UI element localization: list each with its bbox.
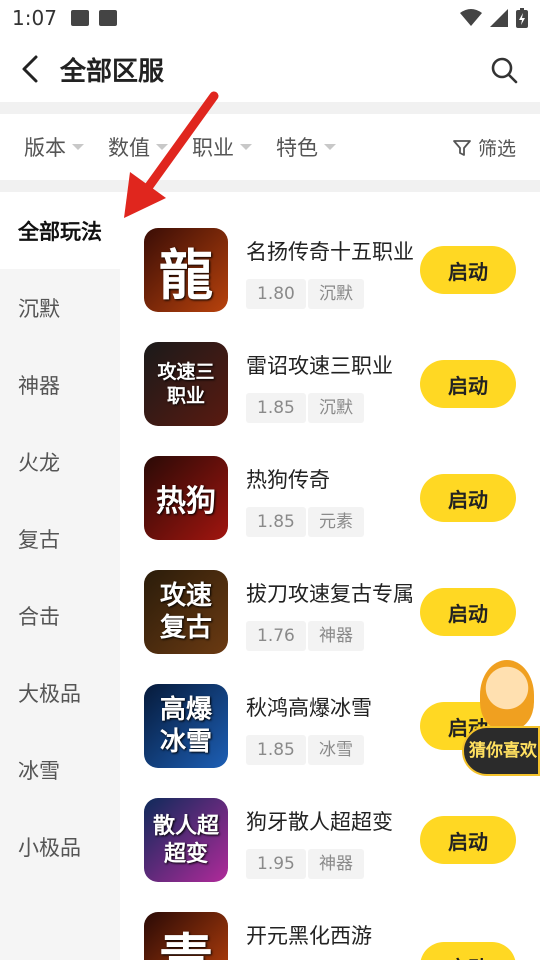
status-time: 1:07 (12, 6, 57, 30)
wifi-icon (460, 9, 482, 26)
sidebar-item-label: 大极品 (18, 681, 81, 706)
sidebar-item-label: 小极品 (18, 835, 81, 860)
filter-label: 特色 (276, 136, 318, 160)
category-sidebar: 全部玩法 沉默 神器 火龙 复古 合击 大极品 冰雪 小极品 (0, 192, 120, 960)
game-icon[interactable]: 攻速三职业 (144, 342, 228, 426)
font-icon (98, 10, 117, 26)
caret-down-icon (240, 144, 252, 150)
version-tag: 1.76 (246, 621, 306, 651)
game-row[interactable]: 攻速三职业 雷诏攻速三职业 1.85 沉默 启动 (120, 306, 540, 426)
guess-you-like-widget[interactable]: 猜你喜欢 (462, 660, 540, 778)
sidebar-item-artifact[interactable]: 神器 (0, 346, 120, 423)
page-title: 全部区服 (60, 56, 165, 87)
search-button[interactable] (488, 54, 520, 86)
version-tag: 1.95 (246, 849, 306, 879)
search-icon (491, 57, 518, 84)
divider (0, 102, 540, 114)
sidebar-item-all[interactable]: 全部玩法 (0, 192, 120, 269)
category-tag: 元素 (308, 507, 364, 537)
category-tag: 神器 (308, 849, 364, 879)
sidebar-item-small-rare[interactable]: 小极品 (0, 808, 120, 885)
annotation-arrow-icon (124, 91, 219, 218)
sidebar-item-label: 冰雪 (18, 758, 60, 783)
game-name: 名扬传奇十五职业 (246, 240, 414, 264)
game-name: 热狗传奇 (246, 468, 330, 492)
header: 全部区服 (0, 36, 540, 102)
game-row[interactable]: 热狗 热狗传奇 1.85 元素 启动 (120, 420, 540, 540)
version-tag: 1.85 (246, 507, 306, 537)
launch-button[interactable]: 启动 (420, 474, 516, 522)
back-button[interactable] (0, 36, 60, 102)
launch-button[interactable]: 启动 (420, 942, 516, 960)
sidebar-item-label: 沉默 (18, 296, 60, 321)
filter-version[interactable]: 版本 (24, 132, 84, 162)
game-icon[interactable]: 攻速复古 (144, 570, 228, 654)
sidebar-item-label: 神器 (18, 373, 60, 398)
version-tag: 1.85 (246, 393, 306, 423)
guess-you-like-label: 猜你喜欢 (462, 726, 540, 776)
mascot-icon (480, 660, 534, 730)
sidebar-item-label: 火龙 (18, 450, 60, 475)
caret-down-icon (72, 144, 84, 150)
launch-button[interactable]: 启动 (420, 246, 516, 294)
filter-label: 版本 (24, 136, 66, 160)
game-icon[interactable]: 散人超超变 (144, 798, 228, 882)
divider (0, 180, 540, 192)
category-tag: 沉默 (308, 279, 364, 309)
sidebar-item-combo[interactable]: 合击 (0, 577, 120, 654)
version-tag: 1.80 (246, 279, 306, 309)
filter-button[interactable]: 筛选 (452, 134, 516, 161)
category-tag: 冰雪 (308, 735, 364, 765)
sidebar-item-firedragon[interactable]: 火龙 (0, 423, 120, 500)
game-icon[interactable]: 高爆冰雪 (144, 684, 228, 768)
game-name: 雷诏攻速三职业 (246, 354, 393, 378)
game-icon[interactable]: 青 (144, 912, 228, 960)
filter-bar: 版本 数值 职业 特色 筛选 (0, 114, 540, 180)
game-list: 龍 名扬传奇十五职业 1.80 沉默 启动 攻速三职业 雷诏攻速三职业 1.85… (120, 192, 540, 960)
game-icon[interactable]: 热狗 (144, 456, 228, 540)
game-row[interactable]: 散人超超变 狗牙散人超超变 1.95 神器 启动 (120, 762, 540, 882)
status-bar: 1:07 (0, 0, 540, 36)
game-name: 秋鸿高爆冰雪 (246, 696, 372, 720)
status-notification-icons (70, 10, 117, 26)
filter-feature[interactable]: 特色 (276, 132, 336, 162)
battery-icon (516, 8, 528, 28)
sidebar-item-label: 全部玩法 (18, 219, 102, 244)
category-tag: 神器 (308, 621, 364, 651)
caret-down-icon (324, 144, 336, 150)
game-row[interactable]: 青 开元黑化西游 启动 (120, 876, 540, 960)
launch-button[interactable]: 启动 (420, 360, 516, 408)
category-tag: 沉默 (308, 393, 364, 423)
sidebar-item-ice[interactable]: 冰雪 (0, 731, 120, 808)
sidebar-item-retro[interactable]: 复古 (0, 500, 120, 577)
status-right-icons (460, 8, 528, 28)
sidebar-item-label: 合击 (18, 604, 60, 629)
launch-button[interactable]: 启动 (420, 816, 516, 864)
signal-icon (490, 9, 508, 27)
back-arrow-icon (22, 55, 38, 83)
funnel-icon (453, 139, 471, 156)
sidebar-item-big-rare[interactable]: 大极品 (0, 654, 120, 731)
game-name: 狗牙散人超超变 (246, 810, 393, 834)
sidebar-item-label: 复古 (18, 527, 60, 552)
launch-button[interactable]: 启动 (420, 588, 516, 636)
game-name: 拔刀攻速复古专属 (246, 582, 414, 606)
image-icon (70, 10, 89, 26)
game-row[interactable]: 攻速复古 拔刀攻速复古专属 1.76 神器 启动 (120, 534, 540, 654)
sidebar-item-silent[interactable]: 沉默 (0, 269, 120, 346)
game-icon[interactable]: 龍 (144, 228, 228, 312)
filter-button-label: 筛选 (477, 138, 516, 160)
game-name: 开元黑化西游 (246, 924, 372, 948)
version-tag: 1.85 (246, 735, 306, 765)
